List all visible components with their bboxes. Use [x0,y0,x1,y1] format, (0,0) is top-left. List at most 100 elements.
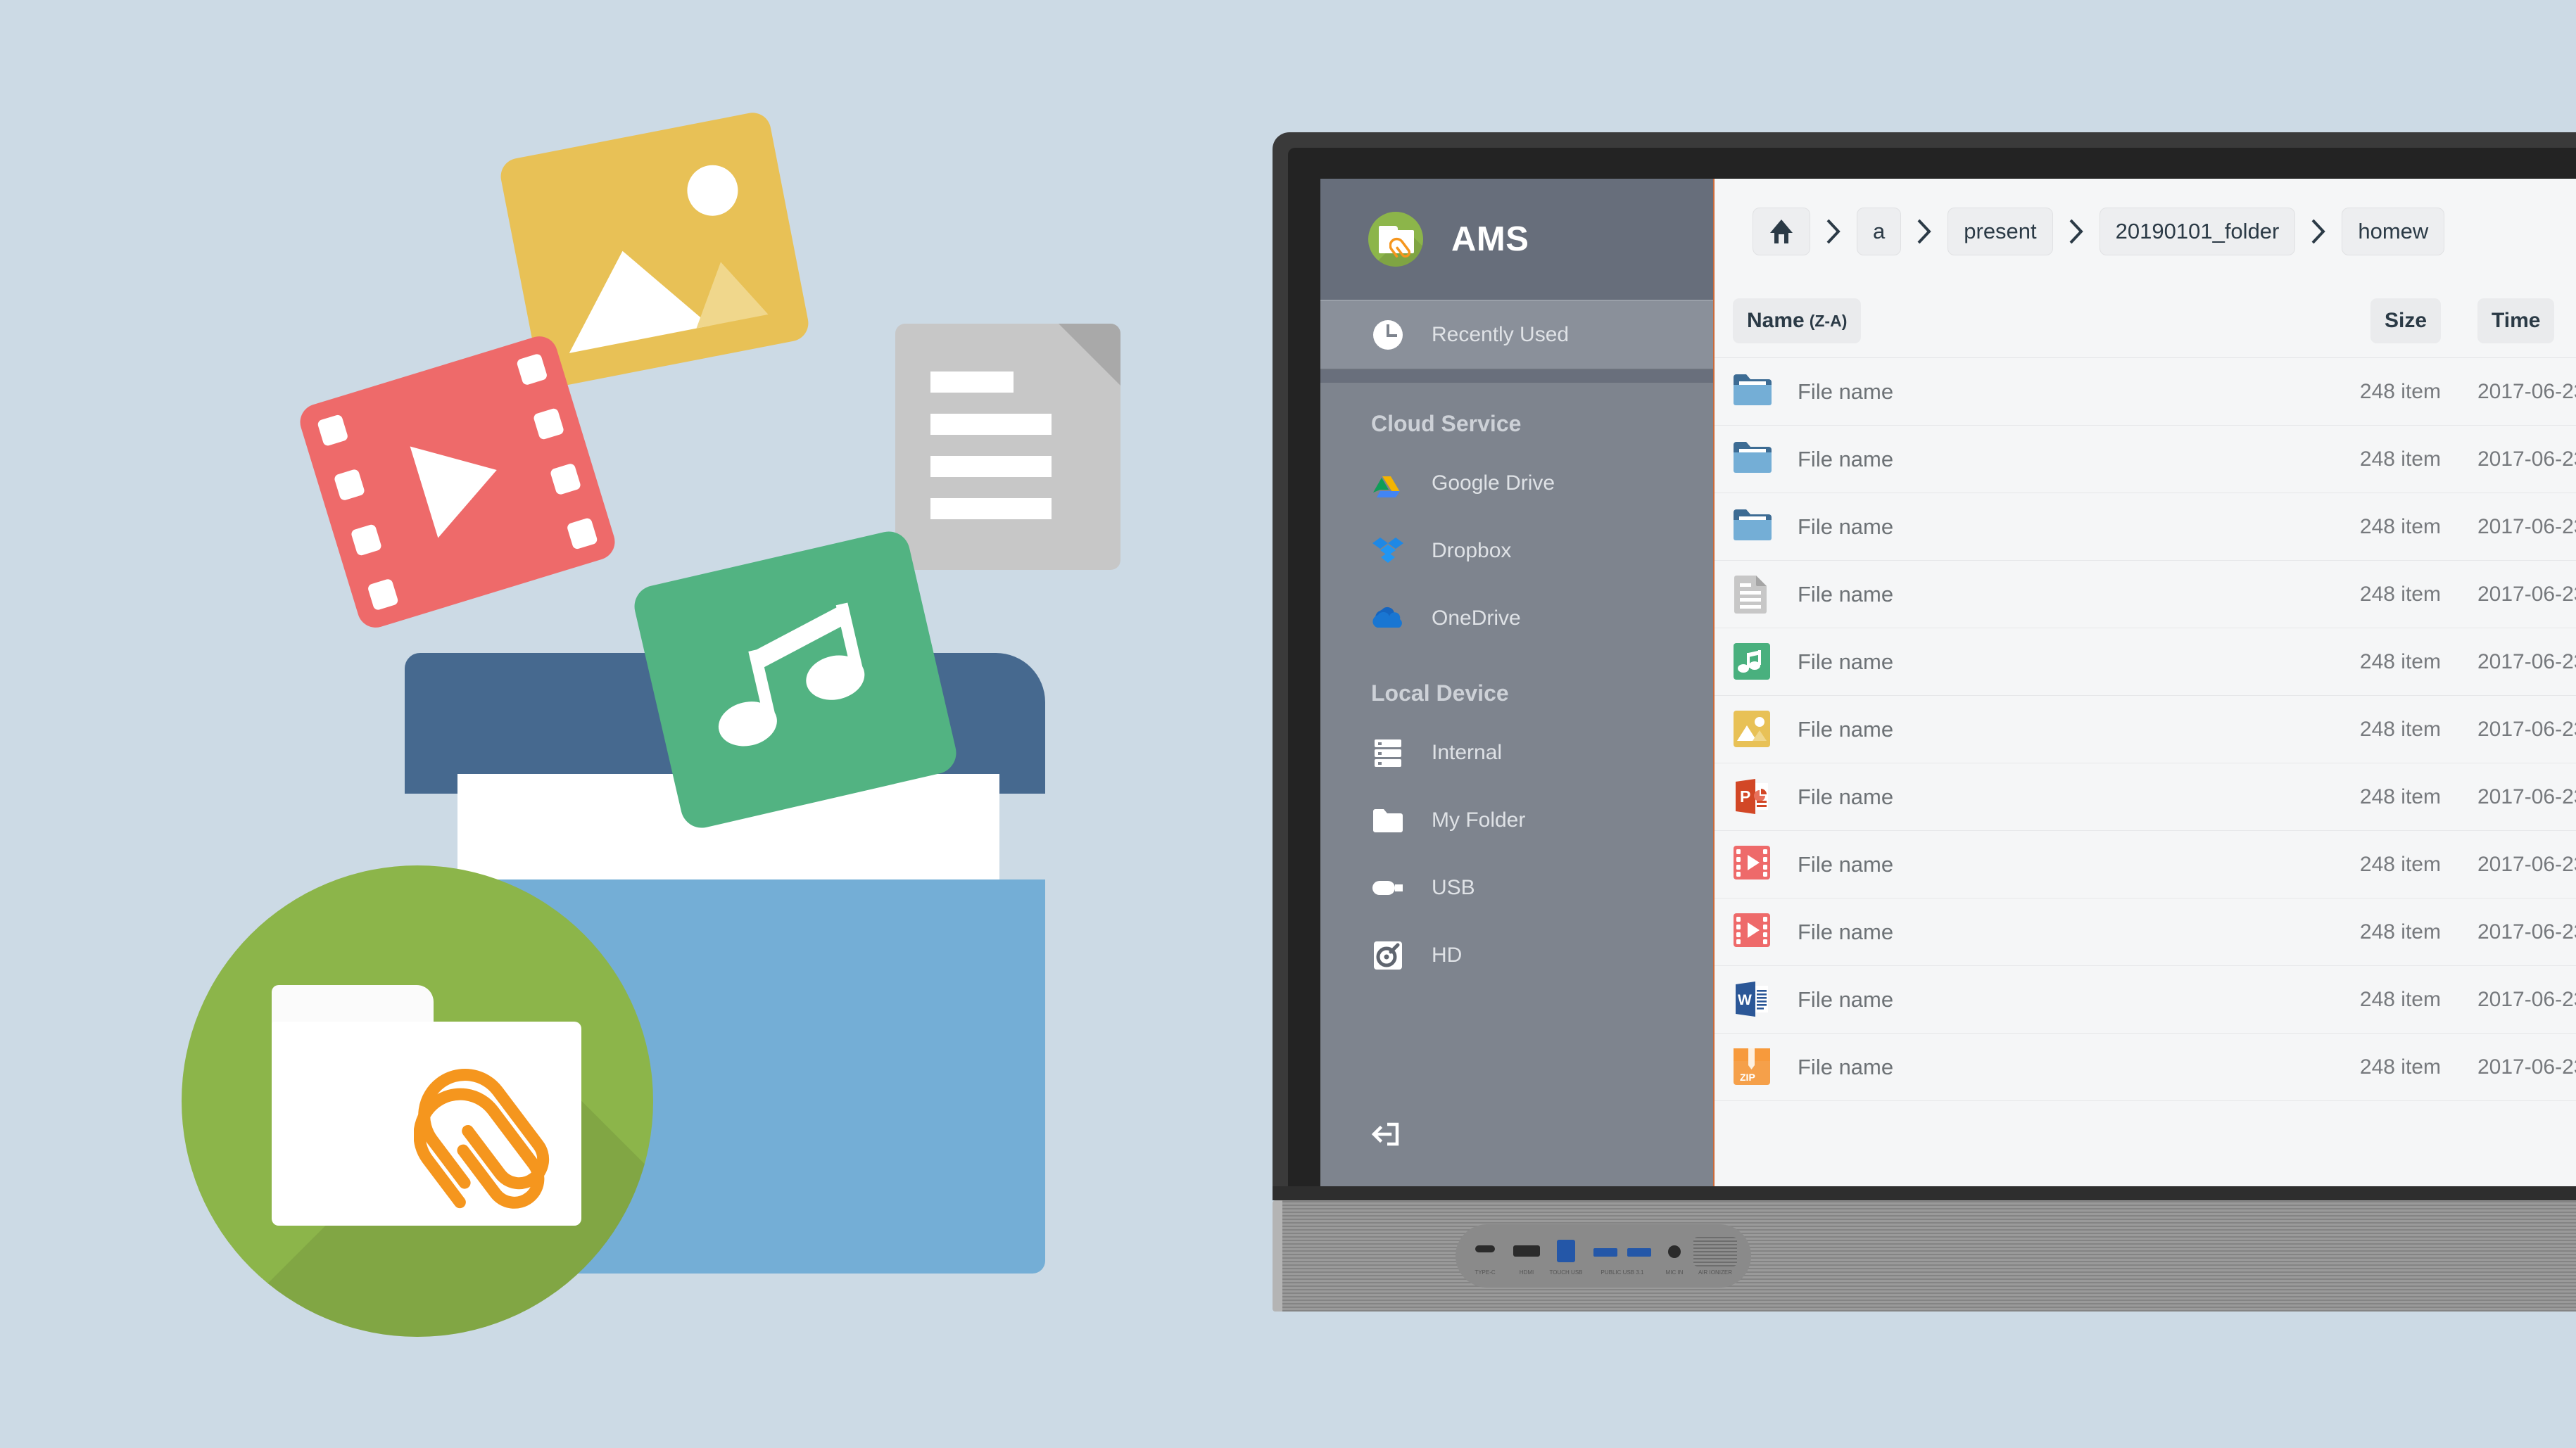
text-line [930,414,1052,435]
port-label-type-c: TYPE-C [1475,1269,1496,1276]
document-card-icon [895,324,1120,570]
table-row[interactable]: File name248 item2017-06-2316 [1715,561,2576,628]
file-name-cell: File name [1715,642,2271,682]
file-management-illustration [0,0,1267,1448]
chevron-right-icon [1810,217,1857,246]
video-icon [1733,845,1772,884]
sidebar-item-usb[interactable]: USB [1320,854,1713,922]
port-label-hdmi: HDMI [1519,1269,1534,1276]
sidebar-item-label: Recently Used [1432,323,1570,346]
table-row[interactable]: File name248 item2017-06-2316 [1715,831,2576,898]
clock-icon [1371,318,1405,352]
sidebar-item-recently-used[interactable]: Recently Used [1320,300,1713,370]
sidebar-group-title-cloud: Cloud Service [1371,411,1522,436]
breadcrumb-item[interactable]: a [1857,208,1902,255]
file-name-label: File name [1798,919,1894,944]
document-icon [1733,575,1772,614]
chevron-right-icon [2295,217,2342,246]
file-list[interactable]: File name248 item2017-06-2316 File name2… [1715,358,2576,1186]
breadcrumb-item[interactable]: 20190101_folder [2099,208,2296,255]
sidebar-item-hd[interactable]: HD [1320,922,1713,989]
file-name-cell: File name [1715,913,2271,952]
file-size-cell: 248 item [2359,987,2441,1011]
svg-text:ZIP: ZIP [1740,1072,1755,1083]
file-name-cell: File name [1715,372,2271,412]
sidebar-item-dropbox[interactable]: Dropbox [1320,517,1713,585]
table-row[interactable]: File name248 item2017-06-2316 [1715,426,2576,493]
sidebar-item-google-drive[interactable]: Google Drive [1320,450,1713,517]
file-size-cell: 248 item [2359,582,2441,606]
file-date-cell: 2017-06-23 [2477,920,2576,944]
sidebar-item-onedrive[interactable]: OneDrive [1320,585,1713,652]
paperclip-icon [414,1069,550,1209]
port-touch-usb [1557,1240,1575,1262]
image-icon [1733,710,1772,749]
file-size-cell: 248 item [2359,514,2441,538]
music-note-glyph [718,602,865,747]
sidebar-item-label: USB [1432,876,1475,899]
port-label-public-usb: PUBLIC USB 3.1 [1600,1269,1644,1276]
file-date-cell: 2017-06-23 [2477,987,2576,1011]
file-name-cell: File name [1715,710,2271,749]
table-row[interactable]: W File name248 item2017-06-2316 [1715,966,2576,1034]
table-row[interactable]: P File name248 item2017-06-2316 [1715,763,2576,831]
file-name-label: File name [1798,986,1894,1012]
monitor-screen: AMS Recently Used Cloud Service Google D… [1320,179,2576,1186]
hard-disk-icon [1371,939,1405,972]
breadcrumb-home-button[interactable] [1753,208,1810,255]
mountain-small-shape [684,255,769,329]
file-size-cell: 248 item [2359,649,2441,673]
port-label-touch-usb: TOUCH USB [1549,1269,1583,1276]
file-name-label: File name [1798,851,1894,877]
chevron-right-icon [1901,217,1947,246]
table-row[interactable]: File name248 item2017-06-2316 [1715,696,2576,763]
powerpoint-icon: P [1733,777,1772,817]
table-row[interactable]: ZIPFile name248 item2017-06-2316 [1715,1034,2576,1101]
breadcrumb-item[interactable]: present [1947,208,2053,255]
breadcrumb-item-current[interactable]: homew [2342,208,2445,255]
sidebar-item-internal[interactable]: Internal [1320,719,1713,787]
film-perforation-right [516,353,598,550]
logout-icon[interactable] [1368,1117,1402,1151]
sidebar-group-title-local: Local Device [1371,680,1509,706]
file-name-label: File name [1798,379,1894,404]
app-title: AMS [1451,220,1529,258]
port-type-c [1475,1245,1495,1252]
table-row[interactable]: File name248 item2017-06-2316 [1715,898,2576,966]
sidebar-item-my-folder[interactable]: My Folder [1320,787,1713,854]
paperclip-icon [1389,237,1411,258]
table-row[interactable]: File name248 item2017-06-2316 [1715,493,2576,561]
file-name-cell: P File name [1715,777,2271,817]
file-size-cell: 248 item [2359,1055,2441,1079]
monitor-lower-bar [1273,1186,2576,1200]
file-date-cell: 2017-06-23 [2477,447,2576,471]
file-size-cell: 248 item [2359,852,2441,876]
port-mic-in [1668,1245,1681,1258]
mountain-large-shape [552,237,711,353]
file-name-label: File name [1798,446,1894,471]
column-header-size[interactable]: Size [2370,298,2441,343]
monitor-bezel: AMS Recently Used Cloud Service Google D… [1273,132,2576,1186]
table-row[interactable]: File name248 item2017-06-2316 [1715,358,2576,426]
sidebar-footer [1320,1082,1713,1186]
table-header-row: Name (Z-A) Size Time [1715,284,2576,358]
file-date-cell: 2017-06-23 [2477,649,2576,673]
breadcrumb: a present 20190101_folder homew [1715,179,2576,284]
table-row[interactable]: File name248 item2017-06-2316 [1715,628,2576,696]
play-triangle-shape [410,424,511,538]
folder-icon [1371,804,1405,837]
file-name-cell: File name [1715,575,2271,614]
file-size-cell: 248 item [2359,379,2441,403]
file-size-cell: 248 item [2359,717,2441,741]
usb-drive-icon [1371,871,1405,905]
column-header-time[interactable]: Time [2477,298,2555,343]
text-line [930,371,1014,393]
file-name-cell: ZIP File name [1715,1048,2271,1087]
app-logo-icon [1368,212,1423,267]
monitor-bezel-inner: AMS Recently Used Cloud Service Google D… [1288,148,2576,1186]
chevron-right-icon [2053,217,2100,246]
port-label-mic-in: MIC IN [1665,1269,1684,1276]
column-header-name[interactable]: Name (Z-A) [1733,298,1862,343]
file-date-cell: 2017-06-23 [2477,785,2576,808]
